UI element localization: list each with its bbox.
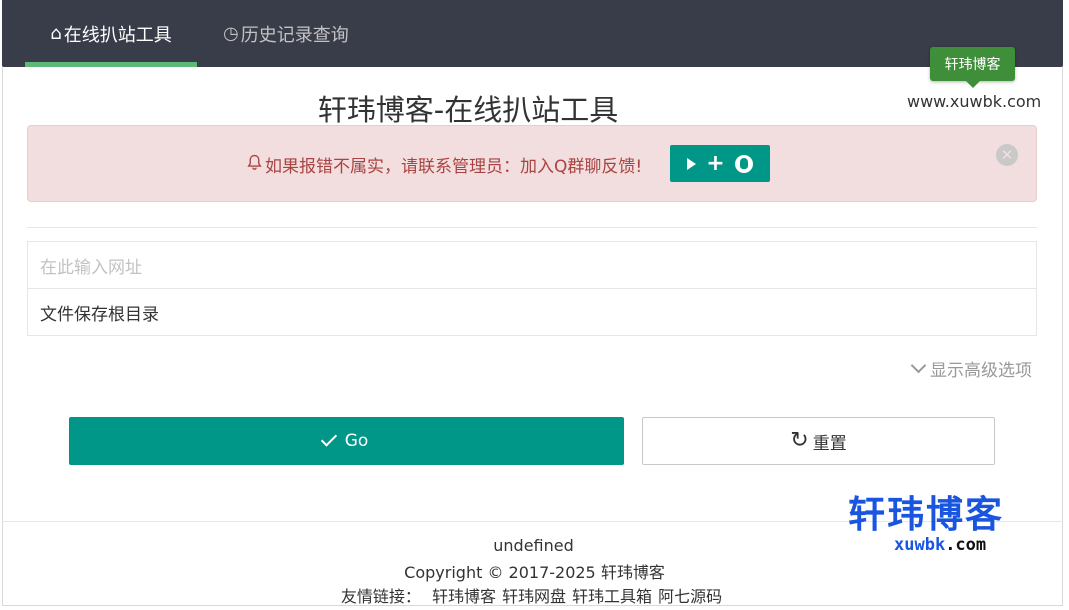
- alert-message: 如果报错不属实，请联系管理员：加入Q群聊反馈!: [246, 152, 642, 177]
- tooltip-text: 轩玮博客: [944, 57, 1001, 73]
- home-icon: ⌂: [50, 23, 62, 44]
- url-input-placeholder: 在此输入网址: [40, 257, 142, 278]
- go-button-label: Go: [344, 431, 369, 451]
- reset-button-label: 重置: [812, 433, 847, 454]
- footer-link-blog[interactable]: 轩玮博客: [432, 587, 496, 606]
- tab-history[interactable]: ◷ 历史记录查询: [223, 0, 349, 67]
- alert-box: 如果报错不属实，请联系管理员：加入Q群聊反馈! + ✕: [27, 125, 1037, 202]
- watermark-en: xuwbk.com: [894, 535, 1008, 555]
- advanced-options-label: 显示高级选项: [930, 361, 1032, 381]
- join-qq-group-button[interactable]: +: [670, 145, 770, 182]
- footer-link-toolbox[interactable]: 轩玮工具箱: [572, 587, 652, 606]
- url-input[interactable]: 在此输入网址: [27, 241, 1037, 289]
- bell-icon: [246, 154, 263, 176]
- tooltip: 轩玮博客: [930, 47, 1015, 88]
- plus-icon: +: [706, 150, 725, 176]
- tab-history-label: 历史记录查询: [240, 24, 349, 46]
- active-tab-indicator: [25, 62, 197, 67]
- footer-links-label: 友情链接：: [340, 587, 421, 606]
- qq-icon: [734, 154, 753, 173]
- chevron-down-icon: [910, 357, 927, 374]
- go-button[interactable]: Go: [69, 417, 624, 465]
- watermark-logo: 轩玮博客 xuwbk.com: [848, 496, 1008, 566]
- footer-link-aqi[interactable]: 阿七源码: [658, 587, 722, 606]
- alert-text: 如果报错不属实，请联系管理员：加入Q群聊反馈!: [265, 157, 643, 177]
- reset-button[interactable]: ↻ 重置: [642, 417, 995, 465]
- advanced-options-toggle[interactable]: 显示高级选项: [910, 356, 1032, 381]
- tab-online-tool[interactable]: ⌂ 在线扒站工具: [25, 0, 197, 67]
- divider: [27, 227, 1037, 228]
- footer-links: 友情链接： 轩玮博客 轩玮网盘 轩玮工具箱 阿七源码: [0, 583, 1069, 607]
- page-title: 轩玮博客-在线扒站工具: [317, 93, 619, 127]
- watermark-domain: xuwbk: [894, 535, 946, 555]
- close-icon[interactable]: ✕: [996, 144, 1018, 166]
- save-dir-input[interactable]: 文件保存根目录: [27, 288, 1037, 336]
- footer-link-pan[interactable]: 轩玮网盘: [502, 587, 566, 606]
- refresh-icon: ↻: [790, 428, 809, 453]
- watermark-cn: 轩玮博客: [848, 493, 1004, 536]
- tab-online-tool-label: 在线扒站工具: [63, 24, 172, 46]
- watermark-suffix: .com: [945, 535, 987, 555]
- save-dir-value: 文件保存根目录: [40, 304, 159, 325]
- clock-icon: ◷: [223, 23, 239, 44]
- check-icon: [320, 430, 337, 447]
- play-icon: [687, 157, 697, 170]
